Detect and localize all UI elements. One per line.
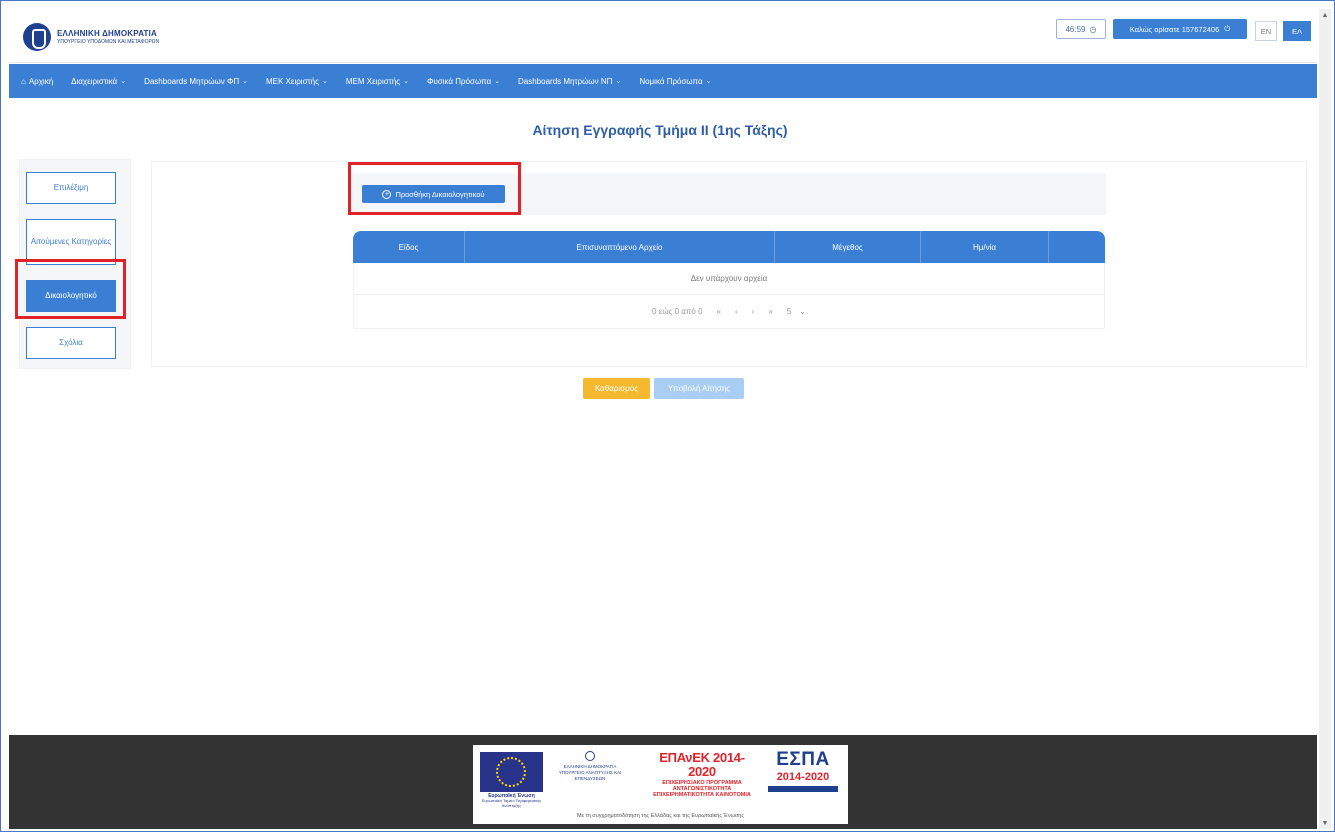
espa-bar bbox=[768, 786, 838, 792]
eu-flag-icon bbox=[480, 752, 543, 792]
step-sidebar: Επιλέξιμη Αιτούμενες Κατηγορίες Δικαιολο… bbox=[19, 159, 131, 369]
documents-table: Είδος Επισυναπτόμενο Αρχείο Μέγεθος Ημ/ν… bbox=[353, 231, 1105, 329]
column-header-type[interactable]: Είδος bbox=[353, 231, 465, 263]
page-size-select[interactable]: 5 ⌄ bbox=[787, 307, 806, 316]
lang-en-button[interactable]: EN bbox=[1255, 21, 1277, 41]
chevron-down-icon: ⌄ bbox=[799, 307, 806, 316]
chevron-down-icon: ⌄ bbox=[705, 78, 712, 85]
welcome-text: Καλώς ορίσατε 157672406 bbox=[1129, 24, 1220, 34]
ministry-text: ΕΛΛΗΝΙΚΗ ΔΗΜΟΚΡΑΤΙΑ ΥΠΟΥΡΓΕΙΟ ΑΝΑΠΤΥΞΗΣ … bbox=[558, 764, 622, 781]
page-size-value: 5 bbox=[786, 307, 792, 316]
nav-item-label: ΜΕΜ Χειριστής bbox=[345, 76, 401, 86]
pager-first-button[interactable]: « bbox=[717, 307, 721, 316]
chevron-down-icon: ⌄ bbox=[242, 78, 248, 85]
pager-next-button[interactable]: › bbox=[752, 307, 755, 316]
session-timer-value: 46:59 bbox=[1065, 24, 1086, 34]
logo[interactable]: ΕΛΛΗΝΙΚΗ ΔΗΜΟΚΡΑΤΙΑ ΥΠΟΥΡΓΕΙΟ ΥΠΟΔΟΜΩΝ Κ… bbox=[23, 23, 159, 51]
table-pager: 0 εώς 0 από 0 « ‹ › » 5 ⌄ bbox=[353, 295, 1105, 329]
column-header-size[interactable]: Μέγεθος bbox=[775, 231, 921, 263]
nav-item-label: Αρχική bbox=[28, 76, 54, 86]
espa-years: 2014-2020 bbox=[776, 771, 830, 783]
nav-item-label: Διαχειριστικά bbox=[71, 76, 118, 86]
sidebar-item-documents[interactable]: Δικαιολογητικό bbox=[26, 280, 116, 312]
scroll-down-icon[interactable]: ▼ bbox=[1319, 817, 1331, 829]
sponsor-banner: Ευρωπαϊκή Ένωση Ευρωπαϊκό Ταμείο Περιφερ… bbox=[473, 745, 848, 824]
chevron-down-icon: ⌄ bbox=[494, 78, 500, 85]
user-welcome-button[interactable]: Καλώς ορίσατε 157672406 ⏻ bbox=[1113, 19, 1247, 39]
nav-item-legal-persons[interactable]: Νομικά Πρόσωπα ⌄ bbox=[639, 77, 711, 86]
logo-subtitle: ΥΠΟΥΡΓΕΙΟ ΥΠΟΔΟΜΩΝ ΚΑΙ ΜΕΤΑΦΟΡΩΝ bbox=[57, 39, 160, 45]
nav-item-label: Dashboards Μητρώων ΝΠ bbox=[518, 76, 613, 86]
nav-item-home[interactable]: ⌂ Αρχική bbox=[21, 77, 53, 86]
nav-item-dashboards-fp[interactable]: Dashboards Μητρώων ΦΠ ⌄ bbox=[144, 77, 248, 86]
greek-emblem-icon bbox=[23, 23, 51, 51]
nav-item-label: Dashboards Μητρώων ΦΠ bbox=[144, 76, 240, 86]
logout-icon: ⏻ bbox=[1224, 24, 1231, 33]
nav-item-mem[interactable]: ΜΕΜ Χειριστής ⌄ bbox=[346, 77, 409, 86]
page-scrollbar[interactable]: ▲ ▼ bbox=[1319, 9, 1331, 829]
pager-prev-button[interactable]: ‹ bbox=[735, 307, 738, 316]
nav-item-label: Νομικά Πρόσωπα bbox=[639, 76, 703, 86]
sidebar-item-comments[interactable]: Σχόλια bbox=[26, 327, 116, 359]
table-empty-row: Δεν υπάρχουν αρχεία bbox=[353, 263, 1105, 295]
home-icon: ⌂ bbox=[21, 76, 26, 86]
espa-word: ΕΣΠΑ bbox=[776, 749, 830, 770]
add-document-button[interactable]: + Προσθήκη Δικαιολογητικού bbox=[362, 185, 505, 203]
chevron-down-icon: ⌄ bbox=[403, 78, 410, 85]
chevron-down-icon: ⌄ bbox=[615, 78, 622, 85]
epanek-subtitle: ΕΠΙΧΕΙΡΗΣΙΑΚΟ ΠΡΟΓΡΑΜΜΑ ΑΝΤΑΓΩΝΙΣΤΙΚΟΤΗΤ… bbox=[653, 779, 751, 798]
nav-item-label: ΜΕΚ Χειριστής bbox=[266, 76, 319, 86]
clock-icon: ◷ bbox=[1089, 24, 1097, 34]
lang-el-button[interactable]: ΕΛ bbox=[1283, 21, 1311, 41]
add-document-label: Προσθήκη Δικαιολογητικού bbox=[395, 189, 485, 199]
epanek-logo: ΕΠΑνΕΚ 2014-2020 ΕΠΙΧΕΙΡΗΣΙΑΚΟ ΠΡΟΓΡΑΜΜΑ… bbox=[647, 750, 757, 798]
cofunding-caption: Με τη συγχρηματοδότηση της Ελλάδας και τ… bbox=[576, 813, 744, 819]
browser-frame: ΕΛΛΗΝΙΚΗ ΔΗΜΟΚΡΑΤΙΑ ΥΠΟΥΡΓΕΙΟ ΥΠΟΔΟΜΩΝ Κ… bbox=[0, 0, 1335, 832]
scroll-up-icon[interactable]: ▲ bbox=[1319, 9, 1331, 21]
pager-summary: 0 εώς 0 από 0 bbox=[652, 307, 703, 316]
chevron-down-icon: ⌄ bbox=[321, 78, 328, 85]
nav-item-mek[interactable]: ΜΕΚ Χειριστής ⌄ bbox=[266, 77, 328, 86]
sidebar-item-eligible[interactable]: Επιλέξιμη bbox=[26, 172, 116, 204]
page-title: Αίτηση Εγγραφής Τμήμα ΙΙ (1ης Τάξης) bbox=[532, 122, 788, 138]
column-header-file[interactable]: Επισυναπτόμενο Αρχείο bbox=[465, 231, 775, 263]
ministry-logo: ΕΛΛΗΝΙΚΗ ΔΗΜΟΚΡΑΤΙΑ ΥΠΟΥΡΓΕΙΟ ΑΝΑΠΤΥΞΗΣ … bbox=[553, 751, 627, 782]
plus-circle-icon: + bbox=[382, 189, 392, 199]
table-header: Είδος Επισυναπτόμενο Αρχείο Μέγεθος Ημ/ν… bbox=[353, 231, 1105, 263]
main-nav: ⌂ Αρχική Διαχειριστικά ⌄ Dashboards Μητρ… bbox=[9, 64, 1317, 98]
nav-item-admin[interactable]: Διαχειριστικά ⌄ bbox=[71, 77, 126, 86]
espa-logo: ΕΣΠΑ 2014-2020 bbox=[763, 749, 843, 792]
pager-last-button[interactable]: » bbox=[768, 307, 772, 316]
clear-button[interactable]: Καθαρισμός bbox=[583, 378, 650, 399]
epanek-title: ΕΠΑνΕΚ 2014-2020 bbox=[659, 750, 745, 780]
logo-title: ΕΛΛΗΝΙΚΗ ΔΗΜΟΚΡΑΤΙΑ bbox=[57, 29, 157, 38]
eu-label: Ευρωπαϊκή Ένωση Ευρωπαϊκό Ταμείο Περιφερ… bbox=[480, 793, 543, 809]
chevron-down-icon: ⌄ bbox=[120, 78, 127, 85]
submit-application-button[interactable]: Υποβολή Αίτησης bbox=[654, 378, 744, 399]
nav-item-dashboards-np[interactable]: Dashboards Μητρώων ΝΠ ⌄ bbox=[518, 77, 621, 86]
nav-item-label: Φυσικά Πρόσωπα bbox=[427, 76, 492, 86]
column-header-actions bbox=[1049, 231, 1105, 263]
nav-item-natural-persons[interactable]: Φυσικά Πρόσωπα ⌄ bbox=[427, 77, 500, 86]
sidebar-item-categories[interactable]: Αιτούμενες Κατηγορίες bbox=[26, 219, 116, 265]
column-header-date[interactable]: Ημ/νία bbox=[921, 231, 1049, 263]
eu-fund-text: Ευρωπαϊκό Ταμείο Περιφερειακής Ανάπτυξης bbox=[481, 798, 542, 808]
greek-emblem-icon bbox=[585, 751, 595, 761]
session-timer: 46:59 ◷ bbox=[1056, 19, 1106, 39]
